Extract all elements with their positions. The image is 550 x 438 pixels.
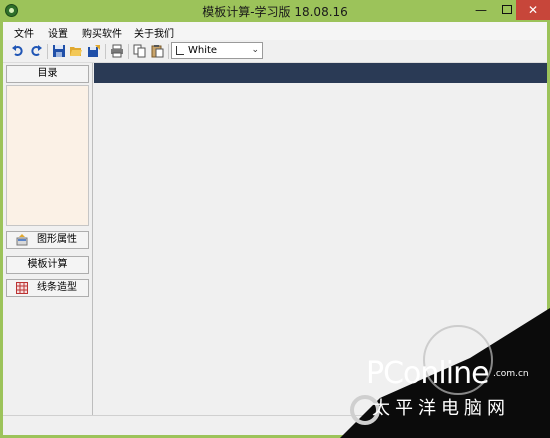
- line-style-button[interactable]: 线条造型: [6, 279, 89, 297]
- main-header-bar: [94, 63, 547, 83]
- open-button[interactable]: [69, 44, 83, 58]
- save-button[interactable]: [52, 44, 66, 58]
- line-style-label: 线条造型: [37, 282, 77, 293]
- toc-list[interactable]: [6, 85, 89, 226]
- shape-properties-icon: [16, 234, 28, 246]
- chevron-down-icon: ⌄: [251, 45, 259, 55]
- menu-file[interactable]: 文件: [14, 25, 34, 40]
- close-button[interactable]: ✕: [516, 0, 550, 20]
- copy-icon: [133, 44, 146, 58]
- copy-button[interactable]: [133, 44, 147, 58]
- line-color-select[interactable]: White ⌄: [171, 42, 263, 59]
- menu-purchase[interactable]: 购买软件: [82, 25, 122, 40]
- close-icon: ✕: [527, 3, 539, 17]
- menu-bar: 文件 设置 购买软件 关于我们: [3, 22, 547, 40]
- toolbar-separator: [47, 44, 48, 59]
- watermark-domain: .com.cn: [493, 369, 529, 379]
- watermark-subtitle: 太平洋电脑网: [372, 398, 510, 419]
- redo-icon: [31, 45, 42, 56]
- toolbar-separator: [168, 44, 169, 59]
- save-as-icon: [88, 45, 100, 57]
- paste-button[interactable]: [151, 44, 165, 58]
- redo-button[interactable]: [29, 44, 43, 58]
- minimize-button[interactable]: —: [468, 0, 494, 20]
- toc-button[interactable]: 目录: [6, 65, 89, 83]
- paste-icon: [151, 45, 164, 58]
- color-select-value: White: [188, 45, 218, 56]
- undo-icon: [12, 45, 23, 56]
- printer-icon: [111, 44, 123, 58]
- folder-open-icon: [70, 47, 82, 56]
- toolbar-separator: [128, 44, 129, 59]
- grid-icon: [16, 282, 28, 294]
- left-panel: 目录 图形属性 模板计算 线条造型: [3, 63, 93, 434]
- shape-properties-button[interactable]: 图形属性: [6, 231, 89, 249]
- app-window: 模板计算-学习版 18.08.16 — ✕ 文件 设置 购买软件 关于我们 Wh…: [0, 0, 550, 438]
- menu-settings[interactable]: 设置: [48, 25, 68, 40]
- minimize-icon: —: [475, 3, 487, 17]
- title-bar[interactable]: 模板计算-学习版 18.08.16 — ✕: [0, 0, 550, 22]
- menu-about[interactable]: 关于我们: [134, 25, 174, 40]
- toolbar: White ⌄: [3, 40, 547, 63]
- template-calc-button[interactable]: 模板计算: [6, 256, 89, 274]
- color-swatch: [176, 46, 184, 55]
- save-as-button[interactable]: [87, 44, 101, 58]
- toolbar-separator: [105, 44, 106, 59]
- shape-properties-label: 图形属性: [37, 234, 77, 245]
- print-button[interactable]: [110, 44, 124, 58]
- maximize-icon: [502, 5, 512, 14]
- undo-button[interactable]: [11, 44, 25, 58]
- save-icon: [53, 45, 65, 57]
